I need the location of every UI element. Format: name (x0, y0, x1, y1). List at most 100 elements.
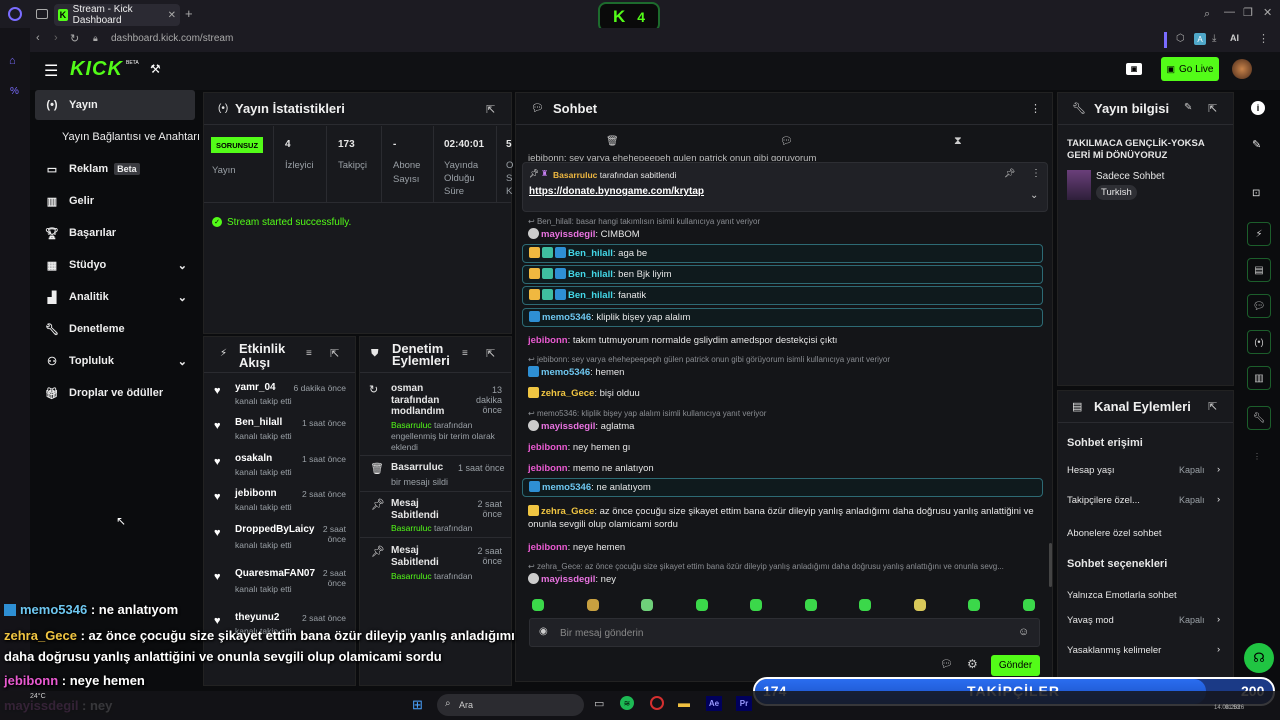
popout-icon[interactable]: ⇱ (1208, 102, 1217, 115)
chat-username[interactable]: memo5346 (542, 482, 591, 493)
document-icon[interactable]: ▤ (1247, 258, 1271, 282)
filter-icon[interactable]: ≡ (462, 348, 468, 359)
reply-context[interactable]: ↩ Ben_hilall: basar hangi takımlısın isi… (528, 215, 1043, 228)
emote-icon[interactable] (968, 599, 980, 611)
chat-menu-icon[interactable]: ⋮ (1030, 102, 1041, 115)
chat-username[interactable]: memo5346 (542, 312, 591, 323)
account-age-row[interactable]: Hesap yaşı Kapalı › (1067, 464, 1227, 476)
hammer-icon[interactable]: ⚒ (150, 62, 161, 76)
mod-user[interactable]: Basarruluc (391, 523, 432, 533)
chat-username[interactable]: Ben_hilall (568, 269, 613, 280)
chat-message[interactable]: memo5346: ne anlatıyom (522, 478, 1043, 497)
tab-stream[interactable]: K Stream - Kick Dashboard ✕ (54, 4, 180, 26)
wrench-icon[interactable]: 🔧︎ (1247, 406, 1271, 430)
sidebar-item-moderation[interactable]: 🔧︎ Denetleme (35, 314, 195, 344)
emoji-icon[interactable]: ☺ (1018, 626, 1029, 638)
chevron-down-icon[interactable]: ⌄ (1030, 190, 1038, 201)
chat-username[interactable]: memo5346 (541, 367, 590, 378)
support-icon[interactable]: ☊ (1244, 643, 1274, 673)
chat-username[interactable]: Ben_hilall (568, 290, 613, 301)
chat-message[interactable]: mayissdegil: ney (528, 573, 1043, 586)
chat-message[interactable]: jebibonn: ney hemen gı (528, 441, 1043, 454)
sidebar-item-analytics[interactable]: ▟ Analitik ⌄ (35, 282, 195, 312)
activity-user[interactable]: osakaln (235, 453, 272, 464)
weather-temp[interactable]: 24°C (30, 693, 46, 700)
screenshot-icon[interactable]: ⊡ (1252, 188, 1260, 199)
taskbar-search[interactable]: ⌕ Ara (437, 694, 584, 716)
forward-icon[interactable]: › (54, 32, 58, 44)
chat-scrollbar[interactable] (1049, 543, 1052, 587)
activity-user[interactable]: theyunu2 (235, 612, 279, 623)
emote-icon[interactable] (532, 599, 544, 611)
broadcast-icon[interactable]: (•) (1247, 330, 1271, 354)
go-live-button[interactable]: ▣ Go Live (1161, 57, 1219, 81)
chat-badge-icon[interactable]: ◉ (539, 626, 548, 637)
activity-user[interactable]: Ben_hilall (235, 417, 282, 428)
sidebar-item-ads[interactable]: ▭ Reklam Beta (35, 154, 195, 184)
followers-only-row[interactable]: Takipçilere özel... Kapalı › (1067, 494, 1227, 506)
chat-message[interactable]: mayissdegil: CIMBOM (528, 228, 1043, 241)
popout-icon[interactable]: ⇱ (486, 347, 495, 360)
layout-icon[interactable]: ▥ (1247, 366, 1271, 390)
sidebar-item-stream[interactable]: (•) Yayın (35, 90, 195, 120)
chat-message[interactable]: zehra_Gece: bişi olduu (528, 387, 1043, 400)
chat-icon[interactable]: 💬︎ (1247, 294, 1271, 318)
chat-message[interactable]: memo5346: hemen (528, 366, 1043, 379)
chat-username[interactable]: mayissdegil (541, 421, 595, 432)
more-icon[interactable]: ⋮ (1253, 452, 1261, 461)
chat-message[interactable]: memo5346: kliplik bişey yap alalım (522, 308, 1043, 327)
slow-mode-row[interactable]: Yavaş mod Kapalı › (1067, 614, 1227, 626)
sidebar-item-stream-key[interactable]: Yayın Bağlantısı ve Anahtarı (35, 122, 205, 152)
pinned-menu-icon[interactable]: ⋮ (1031, 168, 1041, 179)
chat-message[interactable]: jebibonn: neye hemen (528, 541, 1043, 554)
reply-context[interactable]: ↩ zehra_Gece: az önce çocuğu size şikaye… (528, 560, 1043, 573)
ext-a-icon[interactable]: A (1194, 33, 1206, 45)
chat-username[interactable]: jebibonn (528, 335, 568, 346)
minimize-icon[interactable]: — (1224, 6, 1235, 18)
popout-icon[interactable]: ⇱ (330, 347, 339, 360)
reload-icon[interactable]: ↻ (70, 32, 79, 45)
hourglass-icon[interactable]: ⧗ (954, 135, 962, 148)
emote-icon[interactable] (641, 599, 653, 611)
popout-icon[interactable]: ⇱ (1208, 400, 1217, 413)
spotify-icon[interactable]: ≋ (620, 696, 634, 710)
mod-user[interactable]: Basarruluc (391, 420, 432, 430)
bolt-icon[interactable]: ⚡︎ (1247, 222, 1271, 246)
ai-button[interactable]: AI (1230, 33, 1239, 43)
kick-logo[interactable]: KICK (70, 58, 123, 81)
sidebar-percent-icon[interactable]: % (10, 86, 19, 97)
chat-message[interactable]: jebibonn: memo ne anlatıyon (528, 462, 1043, 475)
chat-input[interactable]: ◉ Bir mesaj gönderin ☺ (529, 618, 1040, 647)
category-name[interactable]: Sadece Sohbet (1096, 171, 1164, 182)
emote-icon[interactable] (913, 599, 926, 611)
url-field[interactable]: dashboard.kick.com/stream (111, 33, 233, 44)
sidebar-pin-icon[interactable]: ⌂ (9, 55, 16, 67)
chat-username[interactable]: mayissdegil (541, 229, 595, 240)
info-icon[interactable]: i (1251, 101, 1265, 115)
chat-message[interactable]: mayissdegil: aglatma (528, 420, 1043, 433)
chat-username[interactable]: jebibonn (528, 542, 568, 553)
gear-icon[interactable]: ⚙ (967, 657, 978, 671)
avatar[interactable] (1232, 59, 1252, 79)
pencil-icon[interactable]: ✎ (1252, 138, 1261, 151)
filter-icon[interactable]: ≡ (306, 348, 312, 359)
chat-message[interactable]: jebibonn: takım tutmuyorum normalde gsli… (528, 334, 1043, 347)
emote-icon[interactable] (695, 599, 708, 611)
sidebar-item-studio[interactable]: ▦ Stüdyo ⌄ (35, 250, 195, 280)
banned-words-row[interactable]: Yasaklanmış kelimeler › (1067, 644, 1227, 656)
back-icon[interactable]: ‹ (36, 32, 40, 44)
opera-icon[interactable] (8, 7, 22, 21)
emote-icon[interactable] (750, 599, 762, 611)
emote-icon[interactable] (804, 599, 817, 611)
maximize-icon[interactable]: ❐ (1243, 6, 1253, 19)
windows-start-icon[interactable]: ⊞ (412, 697, 423, 713)
edit-icon[interactable]: ✎ (1184, 102, 1192, 113)
sidebar-item-community[interactable]: ⚇ Topluluk ⌄ (35, 346, 195, 376)
pinned-by[interactable]: Basarruluc (553, 170, 597, 180)
chat-rules-icon[interactable]: 💬︎ (940, 659, 953, 670)
tab-overview-icon[interactable] (36, 9, 48, 19)
task-view-icon[interactable]: ▭ (594, 697, 604, 710)
extensions-icon[interactable]: ⬡ (1176, 33, 1185, 44)
reply-context[interactable]: ↩ jebibonn: sey varya ehehepeepeph gülen… (528, 353, 1043, 366)
chat-username[interactable]: Ben_hilall (568, 248, 613, 259)
